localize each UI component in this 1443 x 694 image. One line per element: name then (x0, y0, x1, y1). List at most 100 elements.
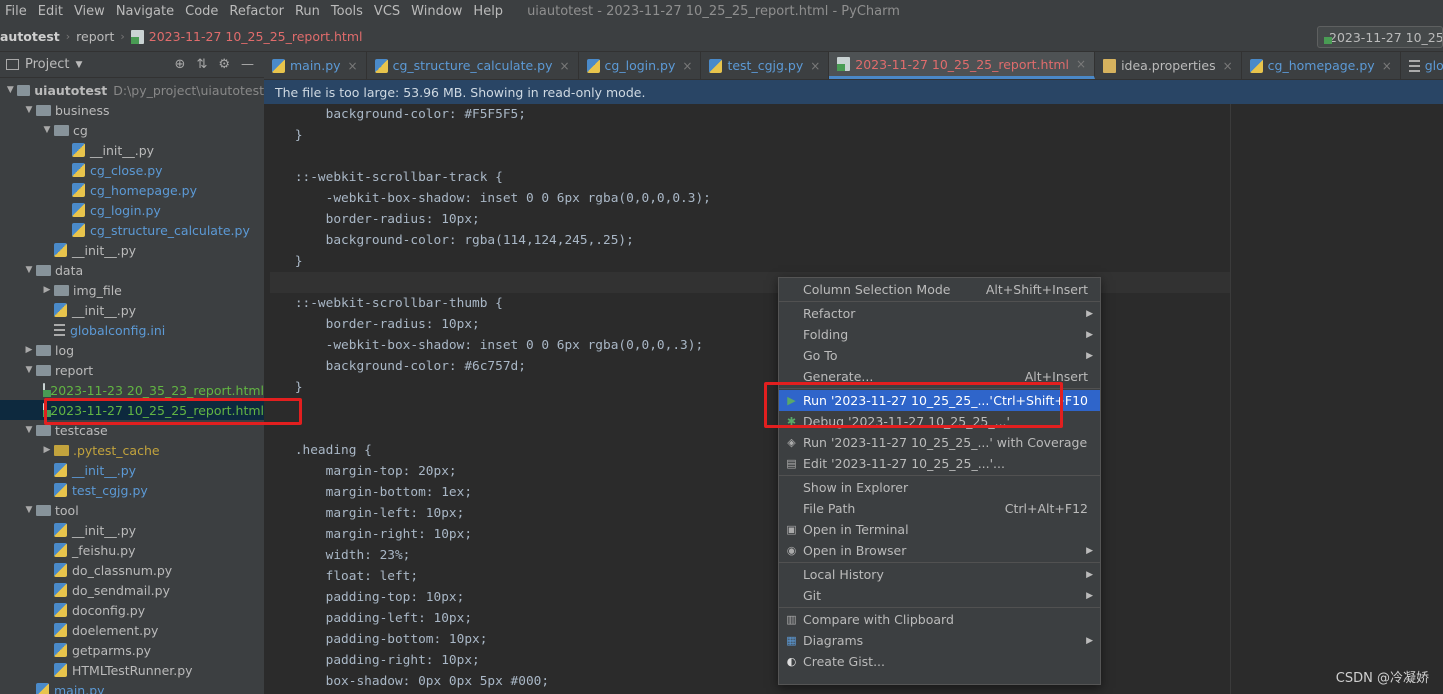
editor-tab-label: cg_homepage.py (1267, 58, 1375, 73)
tree-item[interactable]: ▶ img_file (0, 280, 264, 300)
context-menu-item[interactable]: ▥ Compare with Clipboard (779, 609, 1100, 630)
context-menu-item[interactable]: ▤ Edit '2023-11-27 10_25_25_...'... (779, 453, 1100, 474)
tree-item[interactable]: ▼ business (0, 100, 264, 120)
context-menu-item[interactable]: ▣ Open in Terminal (779, 519, 1100, 540)
tree-item[interactable]: ▼ cg (0, 120, 264, 140)
tree-item[interactable]: getparms.py (0, 640, 264, 660)
run-configuration-selector[interactable]: 2023-11-27 10_25 (1317, 26, 1443, 48)
project-view-icon (6, 59, 19, 70)
editor-tab[interactable]: idea.properties × (1095, 52, 1242, 79)
menu-vcs[interactable]: VCS (369, 4, 406, 19)
breadcrumb-file[interactable]: 2023-11-27 10_25_25_report.html (149, 29, 363, 44)
tree-item-label: __init__.py (72, 242, 137, 258)
menu-run[interactable]: Run (290, 4, 326, 19)
editor-tab[interactable]: globalconfig.ini× (1401, 52, 1443, 79)
tree-item[interactable]: cg_structure_calculate.py (0, 220, 264, 240)
tree-item[interactable]: ▼ tool (0, 500, 264, 520)
menu-navigate[interactable]: Navigate (111, 4, 180, 19)
tree-item[interactable]: ▼ data (0, 260, 264, 280)
chevron-down-icon[interactable]: ▼ (22, 265, 36, 275)
tree-item[interactable]: __init__.py (0, 240, 264, 260)
tree-item[interactable]: 2023-11-23 20_35_23_report.html (0, 380, 264, 400)
tree-item[interactable]: __init__.py (0, 460, 264, 480)
project-panel-header: Project ▼ ⊕ ⇅ ⚙ — (0, 52, 264, 78)
context-menu-item[interactable]: Git ▶ (779, 585, 1100, 606)
tree-item[interactable]: doelement.py (0, 620, 264, 640)
tree-item[interactable]: ▶ log (0, 340, 264, 360)
tree-item[interactable]: do_sendmail.py (0, 580, 264, 600)
annotation-box-tree-file (44, 398, 302, 425)
chevron-down-icon[interactable]: ▼ (22, 505, 36, 515)
chevron-down-icon[interactable]: ▼ (40, 125, 54, 135)
menu-tools[interactable]: Tools (326, 4, 369, 19)
tree-item[interactable]: test_cgjg.py (0, 480, 264, 500)
tree-item[interactable]: cg_close.py (0, 160, 264, 180)
editor-tab[interactable]: test_cgjg.py × (701, 52, 830, 79)
chevron-down-icon[interactable]: ▼ (75, 60, 82, 70)
tree-item-label: 2023-11-23 20_35_23_report.html (50, 382, 264, 398)
editor-tab[interactable]: cg_homepage.py × (1242, 52, 1401, 79)
menu-view[interactable]: View (69, 4, 111, 19)
context-menu-item[interactable]: Local History ▶ (779, 564, 1100, 585)
context-menu-item[interactable]: Folding ▶ (779, 324, 1100, 345)
context-menu-item[interactable]: ◐ Create Gist... (779, 651, 1100, 672)
close-icon[interactable]: × (559, 59, 569, 73)
tree-item[interactable]: cg_homepage.py (0, 180, 264, 200)
breadcrumb-folder[interactable]: report (76, 29, 114, 44)
close-icon[interactable]: × (1076, 57, 1086, 71)
context-menu-item[interactable]: Show in Explorer (779, 477, 1100, 498)
chevron-right-icon[interactable]: ▶ (22, 345, 36, 355)
context-menu-item[interactable]: Go To ▶ (779, 345, 1100, 366)
python-file-icon (54, 643, 67, 657)
menu-code[interactable]: Code (180, 4, 224, 19)
menu-help[interactable]: Help (468, 4, 509, 19)
code-line: ::-webkit-scrollbar-thumb { (264, 296, 503, 311)
chevron-down-icon[interactable]: ▼ (22, 425, 36, 435)
chevron-right-icon[interactable]: ▶ (40, 285, 54, 295)
tree-item[interactable]: __init__.py (0, 300, 264, 320)
tree-item[interactable]: _feishu.py (0, 540, 264, 560)
project-view-selector[interactable]: Project (25, 57, 69, 72)
tree-item[interactable]: globalconfig.ini (0, 320, 264, 340)
chevron-down-icon[interactable]: ▼ (22, 365, 36, 375)
tree-item[interactable]: cg_login.py (0, 200, 264, 220)
menu-edit[interactable]: Edit (33, 4, 69, 19)
tree-item[interactable]: HTMLTestRunner.py (0, 660, 264, 680)
close-icon[interactable]: × (1223, 59, 1233, 73)
tree-item[interactable]: ▶ .pytest_cache (0, 440, 264, 460)
editor-tab[interactable]: cg_login.py × (579, 52, 702, 79)
editor-tab[interactable]: main.py × (264, 52, 367, 79)
context-menu-item[interactable]: ◈ Run '2023-11-27 10_25_25_...' with Cove… (779, 432, 1100, 453)
tree-item[interactable]: __init__.py (0, 520, 264, 540)
chevron-down-icon[interactable]: ▼ (22, 105, 36, 115)
code-line: -webkit-box-shadow: inset 0 0 6px rgba(0… (264, 338, 704, 353)
tree-item[interactable]: main.py (0, 680, 264, 694)
chevron-right-icon[interactable]: ▶ (40, 445, 54, 455)
editor-tab[interactable]: cg_structure_calculate.py × (367, 52, 579, 79)
tree-item[interactable]: do_classnum.py (0, 560, 264, 580)
menu-file[interactable]: File (0, 4, 33, 19)
hide-icon[interactable]: — (241, 57, 254, 72)
tree-item[interactable]: doconfig.py (0, 600, 264, 620)
gear-icon[interactable]: ⚙ (218, 57, 230, 72)
close-icon[interactable]: × (1382, 59, 1392, 73)
close-icon[interactable]: × (348, 59, 358, 73)
tree-item-label: __init__.py (72, 522, 137, 538)
tree-item[interactable]: ▼ uiautotest D:\py_project\uiautotest (0, 80, 264, 100)
menu-window[interactable]: Window (406, 4, 468, 19)
close-icon[interactable]: × (682, 59, 692, 73)
context-menu-item[interactable]: File Path Ctrl+Alt+F12 (779, 498, 1100, 519)
context-menu-item[interactable]: ◉ Open in Browser ▶ (779, 540, 1100, 561)
chevron-down-icon[interactable]: ▼ (4, 85, 17, 95)
breadcrumb-project[interactable]: autotest (0, 29, 60, 44)
tree-item[interactable]: __init__.py (0, 140, 264, 160)
locate-icon[interactable]: ⊕ (175, 57, 186, 72)
context-menu-item[interactable]: Column Selection Mode Alt+Shift+Insert (779, 279, 1100, 300)
close-icon[interactable]: × (810, 59, 820, 73)
editor-tab[interactable]: 2023-11-27 10_25_25_report.html × (829, 52, 1096, 79)
context-menu-item[interactable]: Refactor ▶ (779, 303, 1100, 324)
collapse-all-icon[interactable]: ⇅ (196, 57, 207, 72)
menu-refactor[interactable]: Refactor (224, 4, 290, 19)
context-menu-item[interactable]: ▦ Diagrams ▶ (779, 630, 1100, 651)
tree-item[interactable]: ▼ report (0, 360, 264, 380)
